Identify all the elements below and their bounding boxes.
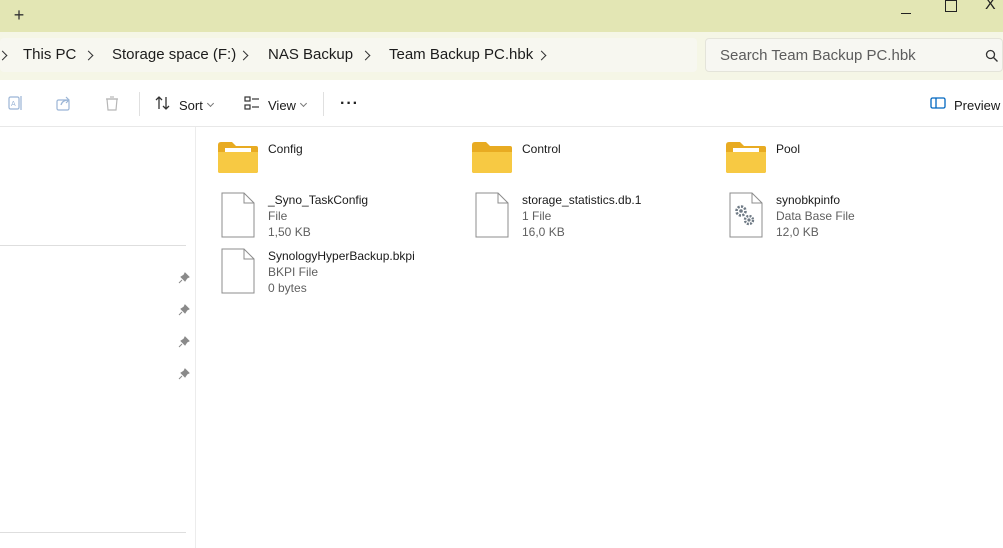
chevron-down-icon — [299, 99, 308, 108]
file-item[interactable]: _Syno_TaskConfig File 1,50 KB — [220, 191, 460, 241]
folder-item[interactable]: Control — [470, 139, 710, 179]
folder-icon — [726, 142, 766, 173]
folder-name: Config — [268, 142, 303, 156]
command-bar: A Sort View ··· Preview — [0, 80, 1003, 127]
file-size: 16,0 KB — [522, 225, 565, 239]
share-icon[interactable] — [55, 94, 73, 112]
search-input[interactable]: Search Team Backup PC.hbk — [705, 38, 1003, 72]
file-size: 12,0 KB — [776, 225, 819, 239]
file-type: File — [268, 209, 288, 223]
maximize-button[interactable] — [945, 0, 957, 12]
file-size: 1,50 KB — [268, 225, 311, 239]
nav-divider — [0, 245, 186, 246]
file-icon — [475, 192, 509, 238]
breadcrumb-storage-space[interactable]: Storage space (F:) — [112, 46, 236, 63]
file-type: 1 File — [522, 209, 552, 223]
file-icon — [221, 248, 255, 294]
breadcrumb-this-pc[interactable]: This PC — [23, 46, 76, 63]
pin-icon[interactable] — [178, 336, 190, 348]
title-bar: + X — [0, 0, 1003, 32]
svg-text:A: A — [11, 101, 16, 108]
pin-icon[interactable] — [178, 304, 190, 316]
breadcrumb-team-backup[interactable]: Team Backup PC.hbk — [389, 46, 533, 63]
pin-icon[interactable] — [178, 272, 190, 284]
file-item[interactable]: SynologyHyperBackup.bkpi BKPI File 0 byt… — [220, 247, 460, 297]
preview-pane-icon[interactable] — [929, 94, 947, 112]
sort-button[interactable]: Sort — [179, 98, 203, 113]
command-separator — [139, 92, 140, 116]
folder-name: Control — [522, 142, 561, 156]
sort-icon[interactable] — [154, 94, 172, 112]
search-icon[interactable] — [985, 49, 999, 63]
file-name: SynologyHyperBackup.bkpi — [268, 249, 415, 263]
file-size: 0 bytes — [268, 281, 307, 295]
file-name: _Syno_TaskConfig — [268, 193, 369, 207]
delete-icon[interactable] — [103, 94, 121, 112]
settings-file-icon — [729, 192, 763, 238]
new-tab-button[interactable]: + — [8, 4, 30, 26]
navigation-pane[interactable] — [0, 127, 196, 548]
chevron-right-icon[interactable] — [536, 50, 547, 61]
file-icon — [221, 192, 255, 238]
view-button[interactable]: View — [268, 98, 296, 113]
close-button[interactable]: X — [985, 0, 1003, 14]
chevron-right-icon[interactable] — [238, 50, 249, 61]
address-row: This PC Storage space (F:) NAS Backup Te… — [0, 32, 1003, 80]
search-placeholder: Search Team Backup PC.hbk — [720, 47, 916, 64]
minimize-button[interactable] — [898, 6, 914, 20]
view-icon[interactable] — [243, 94, 261, 112]
file-name: storage_statistics.db.1 — [522, 193, 642, 207]
chevron-down-icon — [206, 99, 215, 108]
command-separator — [323, 92, 324, 116]
file-type: Data Base File — [776, 209, 855, 223]
folder-item[interactable]: Config — [216, 139, 456, 179]
preview-button[interactable]: Preview — [954, 98, 1000, 113]
file-item[interactable]: storage_statistics.db.1 1 File 16,0 KB — [474, 191, 714, 241]
rename-icon[interactable]: A — [7, 94, 25, 112]
chevron-right-icon — [0, 50, 8, 61]
folder-icon — [472, 142, 512, 173]
file-list: Config Control Pool _Syno_TaskConfig Fil… — [196, 127, 1003, 548]
folder-item[interactable]: Pool — [724, 139, 964, 179]
pin-icon[interactable] — [178, 368, 190, 380]
folder-icon — [218, 142, 258, 173]
file-type: BKPI File — [268, 265, 319, 279]
more-options-button[interactable]: ··· — [340, 95, 359, 113]
file-name: synobkpinfo — [776, 193, 841, 207]
chevron-right-icon[interactable] — [83, 50, 94, 61]
breadcrumb-nas-backup[interactable]: NAS Backup — [268, 46, 353, 63]
nav-divider — [0, 532, 186, 533]
chevron-right-icon[interactable] — [360, 50, 371, 61]
address-bar[interactable]: This PC Storage space (F:) NAS Backup Te… — [0, 38, 697, 72]
folder-name: Pool — [776, 142, 801, 156]
file-item[interactable]: synobkpinfo Data Base File 12,0 KB — [728, 191, 968, 241]
